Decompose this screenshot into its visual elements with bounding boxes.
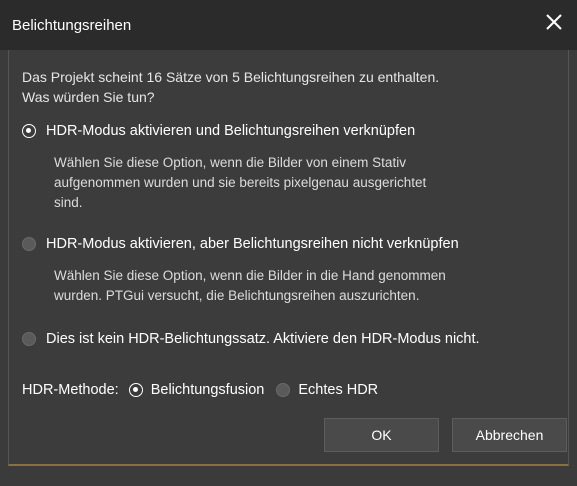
option-unlinked-brackets[interactable]: HDR-Modus aktivieren, aber Belichtungsre… (22, 236, 459, 252)
title-bar[interactable]: Belichtungsreihen (0, 0, 577, 50)
intro-line-2: Was würden Sie tun? (22, 89, 155, 105)
radio-exposure-fusion[interactable] (128, 383, 143, 397)
bracketing-dialog: Belichtungsreihen Das Projekt scheint 16… (0, 0, 577, 486)
desc-line: Wählen Sie diese Option, wenn die Bilder… (54, 155, 406, 170)
close-button[interactable] (539, 8, 569, 38)
option-unlinked-brackets-label: HDR-Modus aktivieren, aber Belichtungsre… (46, 236, 459, 252)
option-link-brackets[interactable]: HDR-Modus aktivieren und Belichtungsreih… (22, 123, 415, 139)
radio-no-hdr[interactable] (22, 332, 36, 346)
method-true-hdr[interactable]: Echtes HDR (276, 382, 378, 398)
hdr-method-label: HDR-Methode: (22, 382, 119, 398)
method-exposure-fusion-label: Belichtungsfusion (150, 382, 265, 398)
ok-button[interactable]: OK (324, 418, 439, 452)
desc-line: aufgenommen wurden und sie bereits pixel… (54, 175, 427, 190)
radio-link-brackets[interactable] (22, 124, 36, 138)
cancel-button[interactable]: Abbrechen (452, 418, 567, 452)
intro-text: Das Projekt scheint 16 Sätze von 5 Belic… (22, 67, 562, 107)
desc-line: Wählen Sie diese Option, wenn die Bilder… (54, 268, 446, 283)
option-no-hdr[interactable]: Dies ist kein HDR-Belichtungssatz. Aktiv… (22, 331, 480, 347)
dialog-body (8, 50, 569, 466)
radio-true-hdr[interactable] (276, 383, 291, 397)
option-unlinked-brackets-desc: Wählen Sie diese Option, wenn die Bilder… (54, 266, 564, 306)
option-no-hdr-label: Dies ist kein HDR-Belichtungssatz. Aktiv… (46, 331, 480, 347)
intro-line-1: Das Projekt scheint 16 Sätze von 5 Belic… (22, 69, 440, 85)
radio-unlinked-brackets[interactable] (22, 237, 36, 251)
window-title: Belichtungsreihen (12, 17, 132, 34)
desc-line: wurden. PTGui versucht, die Belichtungsr… (54, 288, 420, 303)
option-link-brackets-label: HDR-Modus aktivieren und Belichtungsreih… (46, 123, 416, 139)
option-link-brackets-desc: Wählen Sie diese Option, wenn die Bilder… (54, 153, 564, 213)
hdr-method-row: HDR-Methode: Belichtungsfusion Echtes HD… (22, 382, 390, 398)
method-exposure-fusion[interactable]: Belichtungsfusion (128, 382, 265, 398)
close-icon (546, 14, 562, 30)
desc-line: sind. (54, 195, 83, 210)
method-true-hdr-label: Echtes HDR (298, 382, 379, 398)
